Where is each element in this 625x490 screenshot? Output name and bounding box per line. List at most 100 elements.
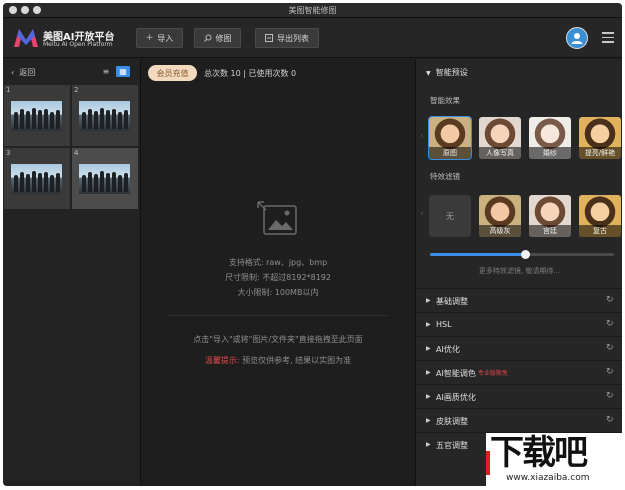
image-list-panel: ‹ 返回 ≡ ▦ 1 2 3 4 bbox=[3, 59, 141, 486]
import-button[interactable]: + 导入 bbox=[136, 28, 183, 48]
watermark-url: www.xiazaiba.com bbox=[506, 473, 590, 483]
brand-subtitle: Meitu AI Open Platform bbox=[43, 41, 113, 48]
pro-free-badge: 专业版限免 bbox=[477, 370, 508, 377]
effect-brighten[interactable]: 提亮/鲜艳 bbox=[579, 117, 621, 159]
retouch-button-label: 修图 bbox=[215, 33, 232, 43]
more-filters-hint: 更多特效滤镜, 敬请期待... bbox=[478, 267, 561, 275]
group-photo-image bbox=[11, 101, 62, 131]
user-avatar[interactable] bbox=[566, 27, 588, 49]
filter-label: 高级灰 bbox=[479, 225, 521, 237]
tip-line: 温馨提示: 预览仅供参考, 结果以实图为准 bbox=[142, 355, 414, 366]
app-window: 美图智能修图 美图AI开放平台 Meitu AI Open Platform +… bbox=[3, 3, 622, 486]
search-icon bbox=[203, 34, 211, 42]
chevron-right-icon: ▶ bbox=[426, 393, 431, 400]
window-title: 美图智能修图 bbox=[288, 6, 337, 15]
tip-label: 温馨提示: bbox=[204, 356, 240, 365]
smart-effects-label: 智能效果 bbox=[430, 96, 460, 105]
chevron-right-icon: ▶ bbox=[426, 441, 431, 448]
group-photo-image bbox=[79, 164, 130, 194]
image-thumbnail[interactable]: 1 bbox=[4, 85, 70, 146]
drop-hint: 点击"导入"或将"图片/文件夹"直接拖拽至此页面 bbox=[193, 335, 363, 344]
smart-preset-header[interactable]: ▼ 智能预设 bbox=[426, 67, 468, 78]
slider-handle[interactable] bbox=[521, 250, 531, 259]
user-icon bbox=[571, 33, 583, 44]
filter-label: 复古 bbox=[579, 225, 621, 237]
image-thumbnail[interactable]: 2 bbox=[72, 85, 138, 146]
filter-palace[interactable]: 宫廷 bbox=[529, 195, 571, 237]
section-label: AI优化 bbox=[436, 345, 460, 354]
filter-label: 宫廷 bbox=[529, 225, 571, 237]
chevron-down-icon: ▼ bbox=[426, 70, 431, 77]
image-placeholder-icon bbox=[257, 201, 297, 235]
filter-retro[interactable]: 复古 bbox=[579, 195, 621, 237]
reset-icon[interactable]: ↻ bbox=[606, 319, 614, 329]
chevron-left-icon[interactable]: ‹ bbox=[420, 209, 424, 219]
chevron-right-icon: ▶ bbox=[426, 321, 431, 328]
section-label: AI智能调色 专业版限免 bbox=[436, 369, 508, 378]
export-list-button[interactable]: 导出列表 bbox=[255, 28, 319, 48]
filesize-limit-info: 大小限制: 100MB以内 bbox=[237, 288, 319, 297]
effect-label: 提亮/鲜艳 bbox=[579, 147, 621, 159]
filter-premium-gray[interactable]: 高级灰 bbox=[479, 195, 521, 237]
member-recharge-button[interactable]: 会员充值 bbox=[148, 65, 197, 81]
reset-icon[interactable]: ↻ bbox=[606, 367, 614, 377]
reset-icon[interactable]: ↻ bbox=[606, 391, 614, 401]
export-list-label: 导出列表 bbox=[277, 33, 309, 43]
preview-area[interactable]: 会员充值 总次数 10 | 已使用次数 0 支持格式: raw、jpg、bmp … bbox=[142, 59, 414, 486]
divider bbox=[169, 315, 387, 316]
section-ai-color[interactable]: ▶ AI智能调色 专业版限免 ↻ bbox=[416, 360, 622, 384]
watermark-text: 下载吧 bbox=[490, 433, 588, 473]
retouch-button[interactable]: 修图 bbox=[194, 28, 241, 48]
thumbnail-number: 3 bbox=[6, 149, 11, 157]
group-photo-image bbox=[11, 164, 62, 194]
thumbnail-number: 2 bbox=[74, 86, 79, 94]
title-bar: 美图智能修图 bbox=[3, 3, 622, 18]
filter-strength-slider[interactable] bbox=[430, 250, 614, 259]
section-label: AI画质优化 bbox=[436, 393, 476, 402]
export-icon bbox=[265, 34, 273, 42]
size-limit-info: 尺寸限制: 不超过8192*8192 bbox=[225, 273, 331, 282]
list-view-icon[interactable]: ≡ bbox=[99, 66, 113, 77]
image-thumbnail-selected[interactable]: 4 bbox=[72, 148, 138, 209]
effect-label: 婚纱 bbox=[529, 147, 571, 159]
tip-text: 预览仅供参考, 结果以实图为准 bbox=[242, 356, 352, 365]
section-hsl[interactable]: ▶ HSL ↻ bbox=[416, 312, 622, 336]
image-thumbnail[interactable]: 3 bbox=[4, 148, 70, 209]
special-filters-label: 特效滤镜 bbox=[430, 172, 460, 181]
thumbnail-number: 1 bbox=[6, 86, 11, 94]
plus-icon: + bbox=[145, 33, 154, 43]
group-photo-image bbox=[79, 101, 130, 131]
section-label: 皮肤调整 bbox=[436, 417, 468, 426]
back-label: 返回 bbox=[19, 68, 36, 77]
format-info: 支持格式: raw、jpg、bmp bbox=[228, 258, 328, 267]
chevron-right-icon: ▶ bbox=[426, 369, 431, 376]
back-button[interactable]: ‹ 返回 bbox=[11, 67, 35, 78]
reset-icon[interactable]: ↻ bbox=[606, 295, 614, 305]
effect-label: 人像写真 bbox=[479, 147, 521, 159]
view-toggle: ≡ ▦ bbox=[99, 66, 130, 77]
toolbar: 美图AI开放平台 Meitu AI Open Platform + 导入 修图 … bbox=[3, 18, 622, 58]
effect-wedding[interactable]: 婚纱 bbox=[529, 117, 571, 159]
section-label: 五官调整 bbox=[436, 441, 468, 450]
site-watermark: 下载吧 www.xiazaiba.com bbox=[486, 433, 622, 486]
filter-none[interactable]: 无 bbox=[429, 195, 471, 237]
menu-icon[interactable] bbox=[602, 32, 614, 43]
section-label: HSL bbox=[436, 320, 452, 329]
chevron-left-icon[interactable]: ‹ bbox=[420, 131, 424, 141]
effect-portrait[interactable]: 人像写真 bbox=[479, 117, 521, 159]
section-basic-adjust[interactable]: ▶ 基础调整 ↻ bbox=[416, 288, 622, 312]
section-skin-adjust[interactable]: ▶ 皮肤调整 ↻ bbox=[416, 408, 622, 432]
grid-view-icon[interactable]: ▦ bbox=[116, 66, 130, 77]
reset-icon[interactable]: ↻ bbox=[606, 415, 614, 425]
reset-icon[interactable]: ↻ bbox=[606, 343, 614, 353]
section-ai-optimize[interactable]: ▶ AI优化 ↻ bbox=[416, 336, 622, 360]
chevron-left-icon: ‹ bbox=[11, 68, 15, 77]
section-label: 基础调整 bbox=[436, 297, 468, 306]
usage-counts: 总次数 10 | 已使用次数 0 bbox=[204, 69, 297, 78]
section-ai-quality[interactable]: ▶ AI画质优化 ↻ bbox=[416, 384, 622, 408]
chevron-right-icon: ▶ bbox=[426, 297, 431, 304]
effect-label: 原图 bbox=[429, 147, 471, 159]
import-button-label: 导入 bbox=[157, 33, 174, 43]
meitu-logo-icon bbox=[14, 29, 38, 47]
effect-original[interactable]: 原图 bbox=[428, 116, 472, 160]
